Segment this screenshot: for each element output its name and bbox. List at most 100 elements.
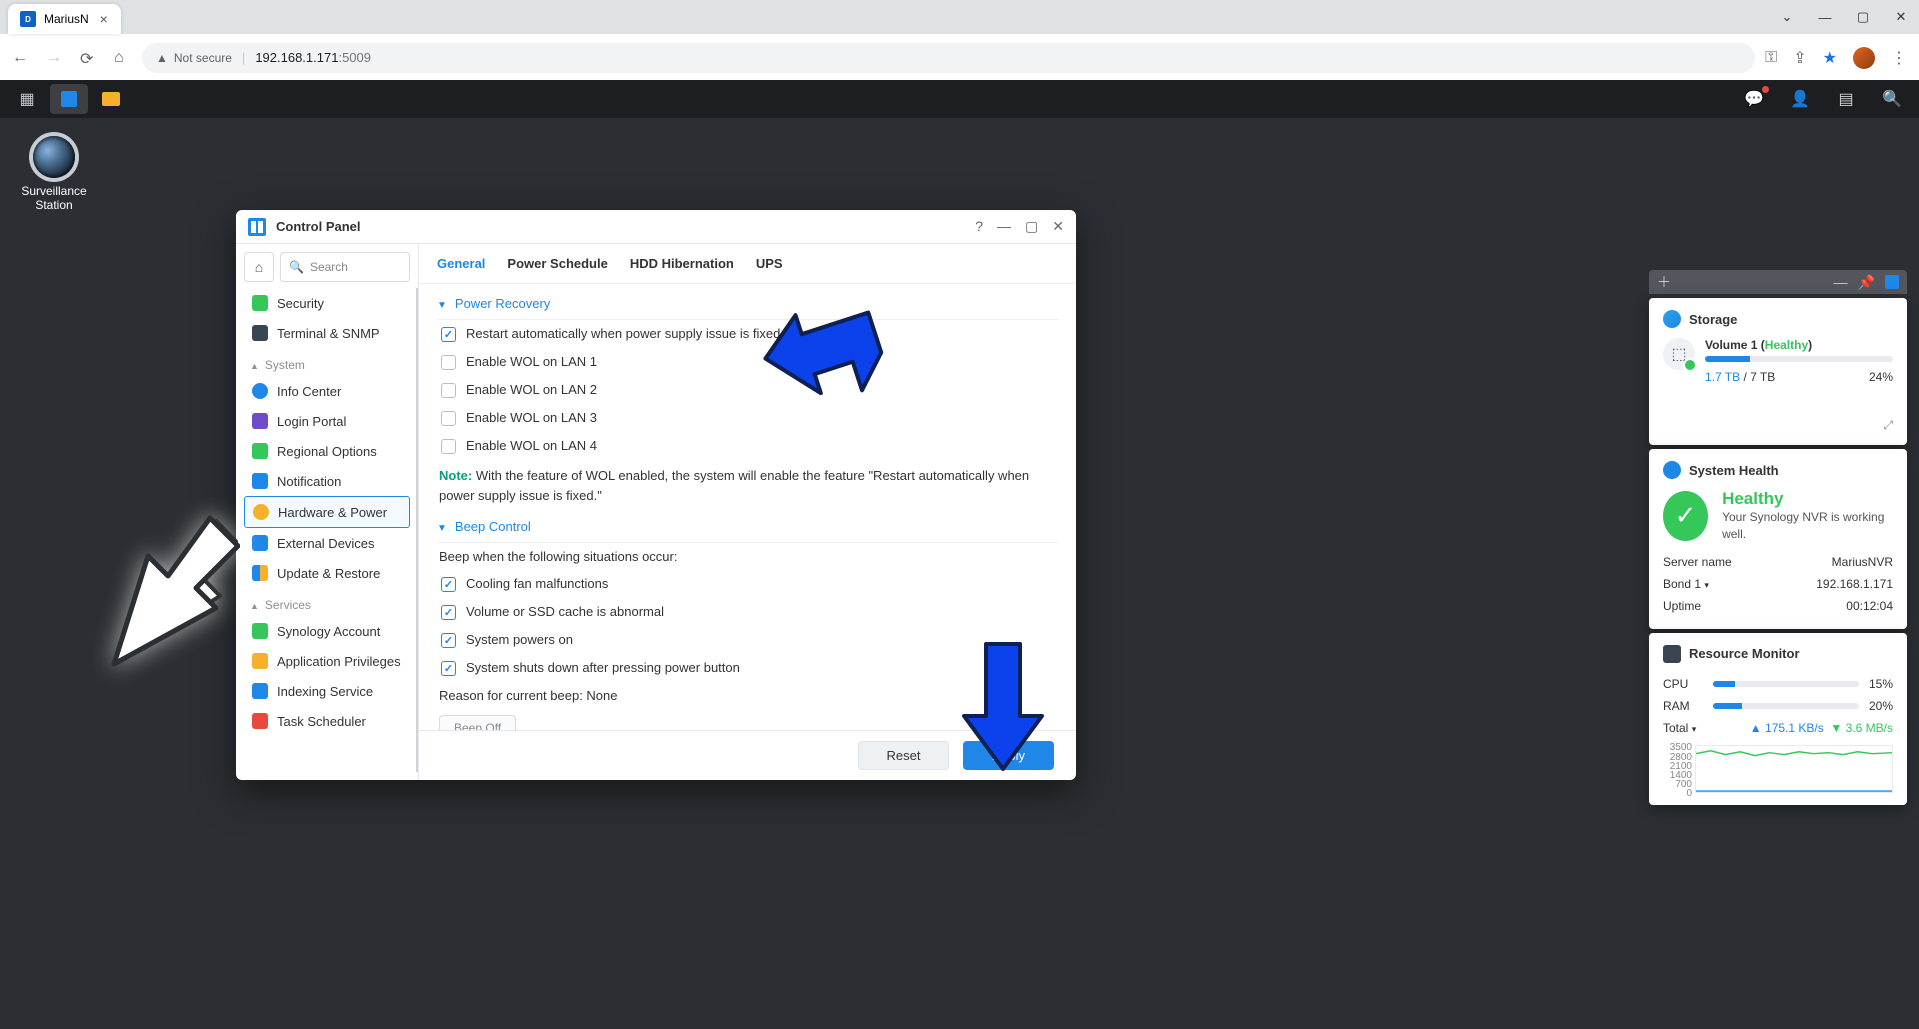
window-close-icon[interactable]: ✕ — [1052, 218, 1064, 235]
chrome-close-icon[interactable]: ✕ — [1891, 9, 1911, 25]
nav-home-icon[interactable]: ⌂ — [114, 49, 132, 67]
sidebar-item-login-portal[interactable]: Login Portal — [244, 406, 410, 436]
widgets-add-icon[interactable]: ＋ — [1657, 272, 1671, 292]
globe-icon — [252, 443, 268, 459]
profile-avatar[interactable] — [1853, 47, 1875, 69]
sidebar-search-input[interactable]: 🔍 Search — [280, 252, 410, 282]
checkbox-volume-abnormal[interactable]: ✓Volume or SSD cache is abnormal — [437, 598, 1058, 626]
uptime-label: Uptime — [1663, 599, 1701, 613]
net-down-value: 3.6 MB/s — [1846, 721, 1893, 735]
portal-icon — [252, 413, 268, 429]
health-desc: Your Synology NVR is working well. — [1722, 509, 1893, 543]
section-power-recovery[interactable]: Power Recovery — [437, 288, 1058, 320]
widgets-minimize-icon[interactable]: — — [1834, 274, 1848, 290]
nav-reload-icon[interactable]: ⟳ — [80, 49, 98, 67]
chat-notification-icon[interactable]: 💬 — [1735, 84, 1773, 114]
window-maximize-icon[interactable]: ▢ — [1025, 218, 1038, 235]
window-minimize-icon[interactable]: — — [997, 218, 1011, 235]
sidebar-item-info-center[interactable]: Info Center — [244, 376, 410, 406]
sidebar-label: Indexing Service — [277, 684, 373, 699]
apply-button[interactable]: Apply — [963, 741, 1054, 770]
calendar-icon — [252, 713, 268, 729]
bookmark-star-icon[interactable]: ★ — [1823, 48, 1837, 68]
tab-power-schedule[interactable]: Power Schedule — [507, 254, 607, 273]
control-panel-icon — [248, 218, 266, 236]
section-title: Power Recovery — [455, 296, 550, 311]
section-beep-control[interactable]: Beep Control — [437, 511, 1058, 543]
nav-forward-icon: → — [46, 49, 64, 67]
window-titlebar[interactable]: Control Panel ? — ▢ ✕ — [236, 210, 1076, 244]
checkbox-system-power-on[interactable]: ✓System powers on — [437, 626, 1058, 654]
beep-off-button[interactable]: Beep Off — [439, 715, 516, 730]
url-bar[interactable]: ▲Not secure | 192.168.1.171:5009 — [142, 43, 1755, 73]
status-ok-icon — [1683, 358, 1697, 372]
search-taskbar-icon[interactable]: 🔍 — [1873, 84, 1911, 114]
sidebar-item-hardware-power[interactable]: Hardware & Power — [244, 496, 410, 528]
bond-label[interactable]: Bond 1 — [1663, 577, 1704, 591]
tab-general[interactable]: General — [437, 254, 485, 273]
net-up-value: 175.1 KB/s — [1765, 721, 1824, 735]
control-panel-taskbar-button[interactable] — [50, 84, 88, 114]
camera-lens-icon — [33, 136, 75, 178]
check-circle-icon: ✓ — [1663, 491, 1708, 541]
chrome-chevron-down-icon[interactable]: ⌄ — [1777, 9, 1797, 25]
widget-expand-icon[interactable]: ⤢ — [1883, 418, 1893, 432]
window-help-icon[interactable]: ? — [975, 218, 983, 235]
surveillance-station-shortcut[interactable]: Surveillance Station — [14, 136, 94, 212]
chrome-minimize-icon[interactable]: — — [1815, 10, 1835, 25]
storage-used: 1.7 TB — [1705, 370, 1740, 384]
checkbox-label: System powers on — [466, 632, 573, 647]
sidebar-item-task-scheduler[interactable]: Task Scheduler — [244, 706, 410, 736]
cpu-label: CPU — [1663, 677, 1703, 691]
widgets-titlebar[interactable]: ＋ — 📌 — [1649, 270, 1907, 294]
annotation-arrow-white-icon — [60, 500, 240, 680]
storage-pct: 24% — [1869, 370, 1893, 384]
sidebar-home-button[interactable]: ⌂ — [244, 252, 274, 282]
net-total-label[interactable]: Total — [1663, 721, 1692, 735]
widgets-pin-icon[interactable]: 📌 — [1858, 274, 1875, 291]
share-icon[interactable]: ⇪ — [1793, 48, 1806, 68]
sidebar-item-update-restore[interactable]: Update & Restore — [244, 558, 410, 588]
checkbox-wol-lan4[interactable]: Enable WOL on LAN 4 — [437, 432, 1058, 460]
tab-close-icon[interactable]: × — [97, 12, 111, 26]
window-title: Control Panel — [276, 219, 361, 234]
key-icon[interactable]: ⚿ — [1765, 49, 1777, 67]
ram-bar — [1713, 703, 1859, 709]
tab-hdd-hibernation[interactable]: HDD Hibernation — [630, 254, 734, 273]
user-account-icon[interactable]: 👤 — [1781, 84, 1819, 114]
sidebar-item-regional[interactable]: Regional Options — [244, 436, 410, 466]
sidebar-item-external-devices[interactable]: External Devices — [244, 528, 410, 558]
main-menu-button[interactable]: ▦ — [8, 84, 46, 114]
checkbox-wol-lan2[interactable]: Enable WOL on LAN 2 — [437, 376, 1058, 404]
index-icon — [252, 683, 268, 699]
net-up: ▲ 175.1 KB/s — [1750, 721, 1824, 735]
tab-ups[interactable]: UPS — [756, 254, 783, 273]
sidebar-item-synology-account[interactable]: Synology Account — [244, 616, 410, 646]
y-tick: 0 — [1666, 788, 1692, 799]
checkbox-wol-lan3[interactable]: Enable WOL on LAN 3 — [437, 404, 1058, 432]
sidebar-item-terminal[interactable]: Terminal & SNMP — [244, 318, 410, 348]
sidebar-item-notification[interactable]: Notification — [244, 466, 410, 496]
checkbox-wol-lan1[interactable]: Enable WOL on LAN 1 — [437, 348, 1058, 376]
wol-note: Note: With the feature of WOL enabled, t… — [437, 460, 1058, 511]
sidebar-item-indexing[interactable]: Indexing Service — [244, 676, 410, 706]
sidebar-category-services[interactable]: Services — [244, 588, 410, 616]
nav-back-icon[interactable]: ← — [12, 49, 30, 67]
file-station-taskbar-button[interactable] — [92, 84, 130, 114]
reset-button[interactable]: Reset — [858, 741, 950, 770]
not-secure-label: Not secure — [174, 51, 232, 65]
widget-system-health: System Health ✓ Healthy Your Synology NV… — [1649, 449, 1907, 629]
kebab-menu-icon[interactable]: ⋮ — [1891, 48, 1907, 68]
checkbox-system-shutdown[interactable]: ✓System shuts down after pressing power … — [437, 654, 1058, 682]
checkbox-fan-malfunction[interactable]: ✓Cooling fan malfunctions — [437, 570, 1058, 598]
sidebar-item-app-privileges[interactable]: Application Privileges — [244, 646, 410, 676]
sidebar-item-security[interactable]: Security — [244, 288, 410, 318]
widgets-toggle-icon[interactable]: ▤ — [1827, 84, 1865, 114]
chevron-down-icon[interactable]: ▾ — [1704, 580, 1709, 590]
checkbox-restart-auto[interactable]: ✓Restart automatically when power supply… — [437, 320, 1058, 348]
chrome-maximize-icon[interactable]: ▢ — [1853, 9, 1873, 25]
widgets-menu-icon[interactable] — [1885, 275, 1899, 289]
chevron-down-icon[interactable]: ▾ — [1692, 724, 1697, 734]
sidebar-category-system[interactable]: System — [244, 348, 410, 376]
browser-tab[interactable]: D MariusN × — [8, 4, 121, 34]
